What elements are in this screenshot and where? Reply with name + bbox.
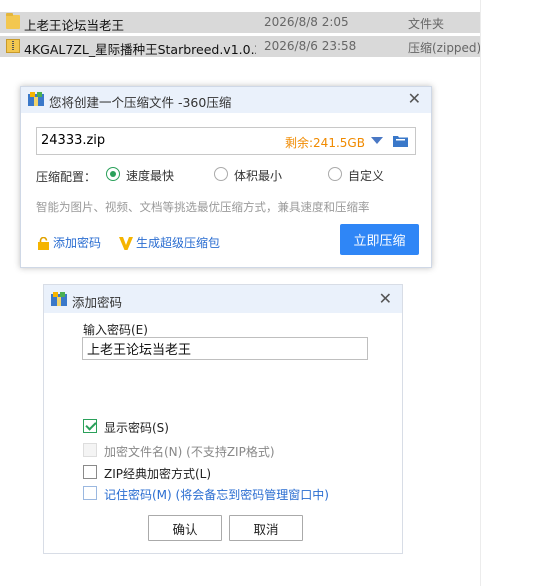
password-dialog: 添加密码 ✕ 输入密码(E) 显示密码(S) 加密文件名(N) (不支持ZIP格… <box>43 284 403 554</box>
add-password-link[interactable]: 添加密码 <box>37 234 101 251</box>
compress-hint: 智能为图片、视频、文档等挑选最优压缩方式，兼具速度和压缩率 <box>36 200 370 214</box>
pane-divider <box>480 0 481 586</box>
compress-now-button[interactable]: 立即压缩 <box>340 224 419 255</box>
checkbox-icon <box>83 443 97 457</box>
file-date: 2026/8/6 23:58 <box>264 39 357 53</box>
archive-logo-icon <box>28 92 44 106</box>
super-pack-link[interactable]: 生成超级压缩包 <box>119 234 220 251</box>
close-icon[interactable]: ✕ <box>379 291 392 307</box>
checkbox-label: 显示密码(S) <box>104 421 169 435</box>
compress-dialog: 您将创建一个压缩文件 -360压缩 ✕ 剩余:241.5GB 压缩配置： 速度最… <box>20 86 432 268</box>
checkbox-icon[interactable] <box>83 419 97 433</box>
checkbox-icon[interactable] <box>83 465 97 479</box>
file-name: 上老王论坛当老王 <box>24 18 125 33</box>
archive-logo-icon <box>51 292 67 306</box>
radio-icon[interactable] <box>214 167 228 181</box>
checkbox-label: 加密文件名(N) (不支持ZIP格式) <box>104 445 275 459</box>
radio-icon[interactable] <box>106 167 120 181</box>
checkbox-icon[interactable] <box>83 486 97 500</box>
cancel-button[interactable]: 取消 <box>229 515 303 541</box>
chevron-down-icon[interactable] <box>371 137 383 144</box>
file-row[interactable]: 4KGAL7ZL_星际播种王Starbreed.v1.0.2... 2026/8… <box>0 36 480 57</box>
confirm-button[interactable]: 确认 <box>148 515 222 541</box>
zip-icon <box>6 39 20 53</box>
folder-browse-icon[interactable] <box>393 134 408 147</box>
dialog-title: 添加密码 <box>72 295 123 310</box>
lock-icon <box>38 237 49 250</box>
file-date: 2026/8/8 2:05 <box>264 15 349 29</box>
add-password-label: 添加密码 <box>53 236 102 250</box>
dialog-title: 您将创建一个压缩文件 -360压缩 <box>49 95 232 110</box>
path-field[interactable]: 剩余:241.5GB <box>36 127 416 155</box>
checkbox-label: 记住密码(M) (将会备忘到密码管理窗口中) <box>104 488 329 502</box>
file-type: 压缩(zipped) <box>408 41 480 55</box>
filename-input[interactable] <box>41 133 221 148</box>
close-icon[interactable]: ✕ <box>408 91 421 107</box>
dialog-titlebar[interactable]: 您将创建一个压缩文件 -360压缩 ✕ <box>21 87 431 113</box>
password-input[interactable] <box>82 337 368 360</box>
option-label: 速度最快 <box>126 169 175 183</box>
super-pack-label: 生成超级压缩包 <box>136 236 221 250</box>
option-label: 体积最小 <box>234 169 283 183</box>
file-row[interactable]: 上老王论坛当老王 2026/8/8 2:05 文件夹 <box>0 12 480 33</box>
free-space-label: 剩余:241.5GB <box>285 136 365 150</box>
config-label: 压缩配置： <box>36 170 97 184</box>
option-label: 自定义 <box>348 169 385 183</box>
folder-icon <box>6 13 20 29</box>
v-badge-icon <box>119 237 133 250</box>
radio-icon[interactable] <box>328 167 342 181</box>
password-label: 输入密码(E) <box>83 323 148 337</box>
dialog-titlebar[interactable]: 添加密码 ✕ <box>44 285 402 313</box>
file-name: 4KGAL7ZL_星际播种王Starbreed.v1.0.2... <box>24 42 256 57</box>
file-type: 文件夹 <box>408 17 445 31</box>
checkbox-label: ZIP经典加密方式(L) <box>104 467 212 481</box>
